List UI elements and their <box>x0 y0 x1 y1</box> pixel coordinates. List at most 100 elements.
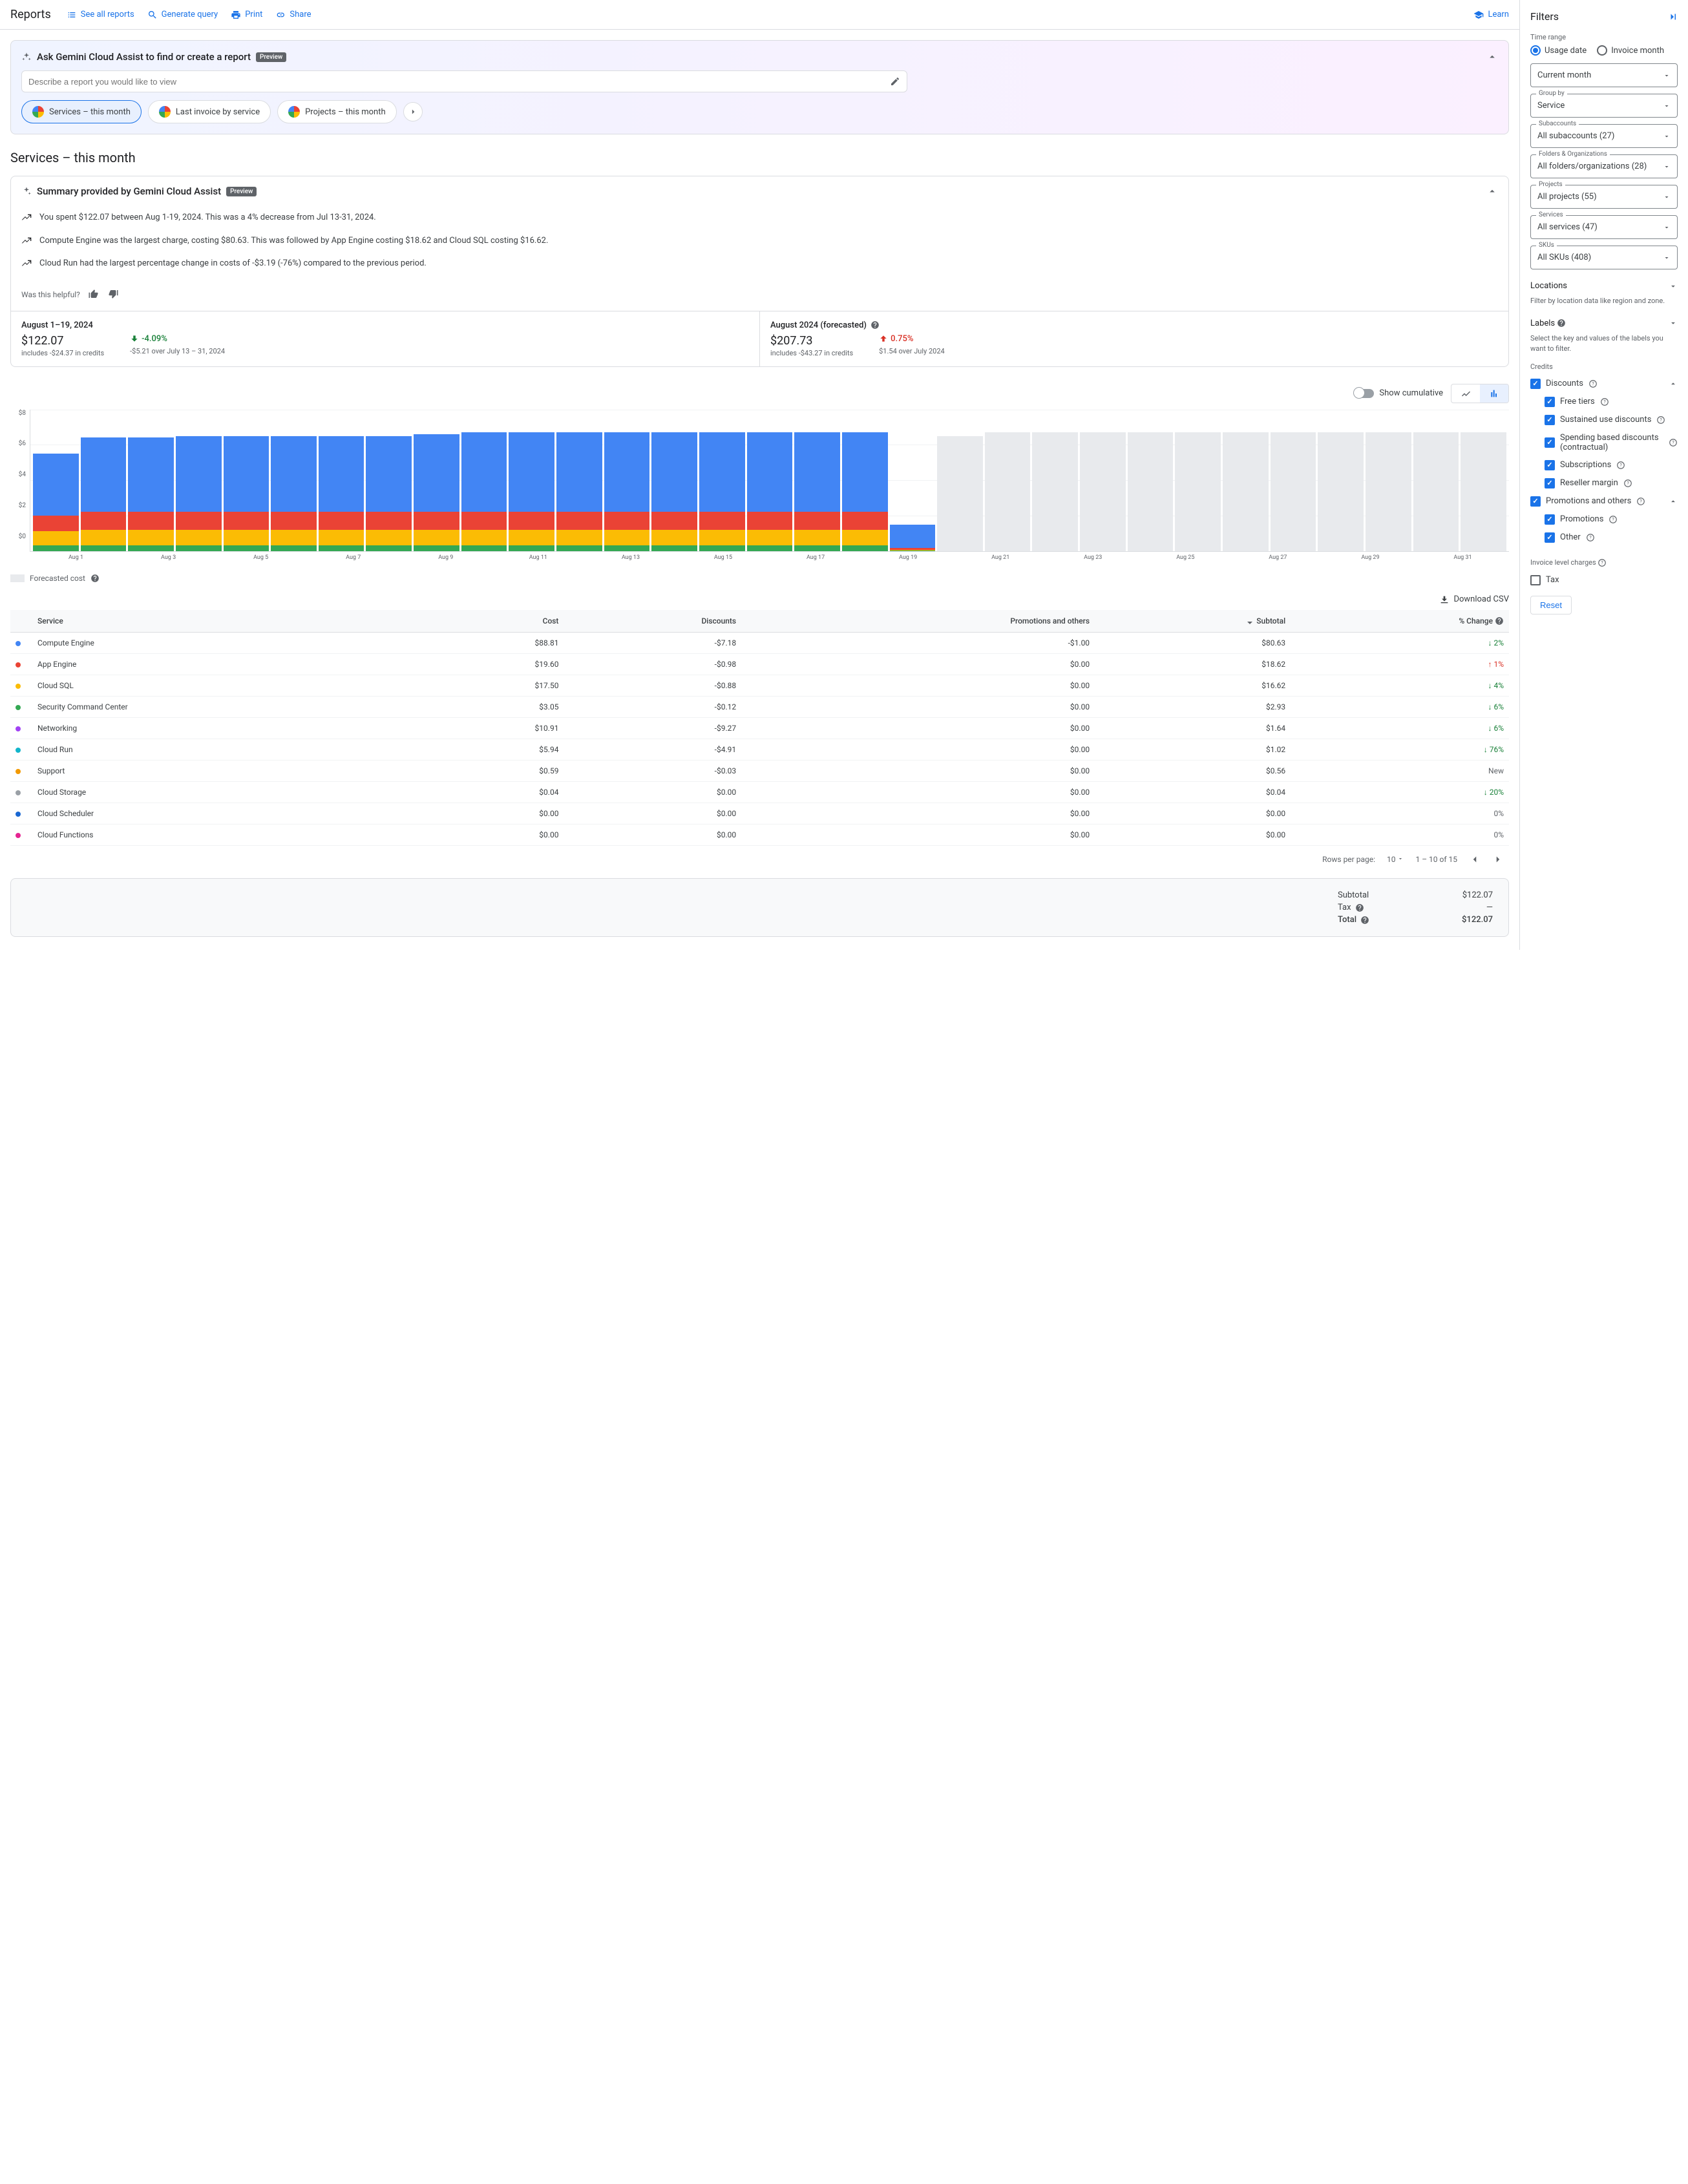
table-row[interactable]: App Engine$19.60-$0.98$0.00$18.62↑ 1% <box>10 654 1509 675</box>
edit-icon[interactable] <box>890 76 900 87</box>
bar-col[interactable] <box>1271 410 1316 551</box>
learn-link[interactable]: Learn <box>1473 10 1509 20</box>
help-icon[interactable] <box>1355 903 1364 912</box>
chip-last-invoice[interactable]: Last invoice by service <box>148 100 271 123</box>
bar-col[interactable] <box>985 410 1031 551</box>
chip-scroll-right[interactable] <box>403 102 423 121</box>
bar-col[interactable] <box>651 410 697 551</box>
bar-col[interactable] <box>1175 410 1221 551</box>
help-icon[interactable]: ? <box>1623 479 1632 488</box>
thumbs-up-button[interactable] <box>88 288 100 302</box>
group-by-select[interactable]: Group by Service <box>1530 94 1678 118</box>
bar-col[interactable] <box>1128 410 1174 551</box>
bar-col[interactable] <box>699 410 745 551</box>
cb-reseller[interactable]: Reseller margin? <box>1530 474 1678 492</box>
help-icon[interactable] <box>870 320 880 330</box>
chip-services-this-month[interactable]: Services – this month <box>21 100 142 123</box>
cb-other[interactable]: Other? <box>1530 529 1678 547</box>
bar-col[interactable] <box>1223 410 1269 551</box>
help-icon[interactable]: ? <box>1586 533 1595 542</box>
cb-free-tiers[interactable]: Free tiers? <box>1530 393 1678 411</box>
help-icon[interactable]: ? <box>1636 497 1645 506</box>
bar-col[interactable] <box>176 410 222 551</box>
bar-col[interactable] <box>461 410 507 551</box>
bar-col[interactable] <box>747 410 793 551</box>
table-row[interactable]: Cloud Storage$0.04$0.00$0.00$0.04↓ 20% <box>10 782 1509 803</box>
table-row[interactable]: Support$0.59-$0.03$0.00$0.56New <box>10 761 1509 782</box>
table-row[interactable]: Cloud SQL$17.50-$0.88$0.00$16.62↓ 4% <box>10 675 1509 697</box>
table-row[interactable]: Security Command Center$3.05-$0.12$0.00$… <box>10 697 1509 718</box>
bar-col[interactable] <box>1366 410 1411 551</box>
projects-select[interactable]: Projects All projects (55) <box>1530 185 1678 209</box>
help-icon[interactable]: ? <box>1609 515 1618 524</box>
radio-invoice-month[interactable]: Invoice month <box>1597 45 1664 56</box>
help-icon[interactable]: ? <box>1598 558 1607 567</box>
cb-sustained[interactable]: Sustained use discounts? <box>1530 411 1678 429</box>
cb-discounts[interactable]: Discounts? <box>1530 375 1678 393</box>
table-row[interactable]: Cloud Scheduler$0.00$0.00$0.00$0.000% <box>10 803 1509 824</box>
bar-col[interactable] <box>224 410 269 551</box>
bar-col[interactable] <box>271 410 317 551</box>
table-row[interactable]: Cloud Functions$0.00$0.00$0.00$0.000% <box>10 824 1509 846</box>
folders-select[interactable]: Folders & Organizations All folders/orga… <box>1530 154 1678 178</box>
bar-col[interactable] <box>128 410 174 551</box>
services-select[interactable]: Services All services (47) <box>1530 215 1678 239</box>
bar-col[interactable] <box>366 410 412 551</box>
share-link[interactable]: Share <box>275 10 311 20</box>
cb-promos-others[interactable]: Promotions and others? <box>1530 492 1678 510</box>
table-row[interactable]: Compute Engine$88.81-$7.18-$1.00$80.63↓ … <box>10 633 1509 654</box>
line-view-button[interactable] <box>1451 384 1480 403</box>
chevron-up-icon[interactable] <box>1669 379 1678 388</box>
bar-col[interactable] <box>794 410 840 551</box>
bar-col[interactable] <box>890 410 936 551</box>
print-link[interactable]: Print <box>231 10 262 20</box>
cb-promotions[interactable]: Promotions? <box>1530 510 1678 529</box>
skus-select[interactable]: SKUs All SKUs (408) <box>1530 246 1678 269</box>
bar-col[interactable] <box>1461 410 1506 551</box>
cb-tax[interactable]: Tax <box>1530 571 1678 589</box>
help-icon[interactable] <box>1360 916 1369 925</box>
help-icon[interactable]: ? <box>1669 438 1678 447</box>
chevron-up-icon[interactable] <box>1486 185 1498 197</box>
chevron-up-icon[interactable] <box>1669 497 1678 506</box>
thumbs-down-button[interactable] <box>107 288 119 302</box>
time-range-select[interactable]: Current month <box>1530 63 1678 87</box>
generate-query-link[interactable]: Generate query <box>147 10 218 20</box>
bar-col[interactable] <box>1032 410 1078 551</box>
help-icon[interactable]: ? <box>1616 461 1625 470</box>
gemini-input-wrapper[interactable] <box>21 70 907 92</box>
help-icon[interactable] <box>1495 616 1504 625</box>
bar-col[interactable] <box>1318 410 1364 551</box>
bar-view-button[interactable] <box>1480 384 1508 403</box>
collapse-panel-icon[interactable] <box>1666 11 1678 23</box>
labels-expand[interactable]: Labels <box>1530 313 1678 333</box>
bar-col[interactable] <box>1080 410 1126 551</box>
help-icon[interactable]: ? <box>1588 379 1598 388</box>
gemini-input[interactable] <box>28 77 890 87</box>
bar-col[interactable] <box>414 410 459 551</box>
bar-col[interactable] <box>842 410 888 551</box>
table-row[interactable]: Networking$10.91-$9.27$0.00$1.64↓ 6% <box>10 718 1509 739</box>
see-all-reports-link[interactable]: See all reports <box>67 10 134 20</box>
chip-projects-this-month[interactable]: Projects – this month <box>277 100 397 123</box>
bar-col[interactable] <box>509 410 554 551</box>
help-icon[interactable]: ? <box>1656 415 1665 425</box>
cb-subscriptions[interactable]: Subscriptions? <box>1530 456 1678 474</box>
prev-page-button[interactable] <box>1469 854 1481 865</box>
radio-usage-date[interactable]: Usage date <box>1530 45 1587 56</box>
help-icon[interactable] <box>90 574 100 583</box>
next-page-button[interactable] <box>1492 854 1504 865</box>
subaccounts-select[interactable]: Subaccounts All subaccounts (27) <box>1530 124 1678 148</box>
bar-col[interactable] <box>556 410 602 551</box>
chevron-up-icon[interactable] <box>1486 51 1498 63</box>
cumulative-toggle[interactable]: Show cumulative <box>1356 388 1443 398</box>
bar-col[interactable] <box>1413 410 1459 551</box>
cb-spending[interactable]: Spending based discounts (contractual)? <box>1530 429 1678 456</box>
table-row[interactable]: Cloud Run$5.94-$4.91$0.00$1.02↓ 76% <box>10 739 1509 761</box>
bar-col[interactable] <box>319 410 364 551</box>
bar-col[interactable] <box>937 410 983 551</box>
reset-button[interactable]: Reset <box>1530 596 1572 614</box>
help-icon[interactable] <box>1557 319 1566 328</box>
bar-col[interactable] <box>33 410 79 551</box>
help-icon[interactable]: ? <box>1600 397 1609 406</box>
